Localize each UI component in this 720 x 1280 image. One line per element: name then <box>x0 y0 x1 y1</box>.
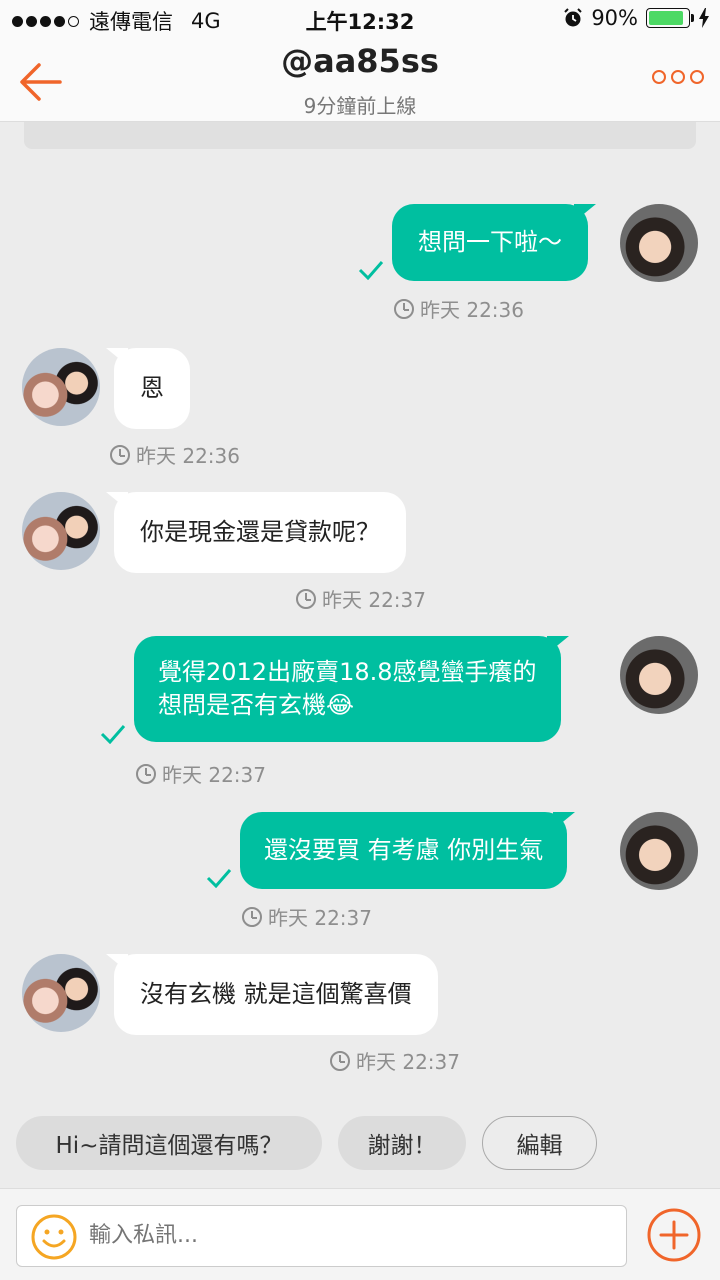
more-dots-icon[interactable] <box>652 70 704 84</box>
message-input-bar <box>0 1188 720 1280</box>
message-bubble[interactable]: 想問一下啦～ <box>392 204 596 281</box>
message-input[interactable] <box>89 1223 609 1248</box>
message-bubble[interactable]: 覺得2012出廠賣18.8感覺蠻手癢的 想問是否有玄機😂 <box>134 636 569 742</box>
avatar[interactable] <box>22 348 100 426</box>
message-time: 昨天 22:37 <box>330 1046 460 1075</box>
edit-quick-replies-button[interactable]: 編輯 <box>482 1116 597 1170</box>
avatar[interactable] <box>620 204 698 282</box>
alarm-icon <box>564 8 583 27</box>
clock-icon <box>330 1050 350 1071</box>
message-time: 昨天 22:36 <box>110 440 240 469</box>
clock-icon <box>110 444 130 465</box>
avatar[interactable] <box>620 812 698 890</box>
message-bubble[interactable]: 恩 <box>106 348 190 429</box>
check-icon <box>206 869 232 888</box>
clock-icon <box>296 588 316 609</box>
chat-header: @aa85ss 9分鐘前上線 <box>0 40 720 122</box>
message-time: 昨天 22:37 <box>296 584 426 613</box>
battery-percent: 90% <box>591 6 638 30</box>
status-right: 90% <box>563 6 710 30</box>
message-list[interactable]: 想問一下啦～ 昨天 22:36 恩 昨天 22:36 你是現金還是貸款呢？ 昨天… <box>0 122 720 1100</box>
message-time: 昨天 22:37 <box>242 902 372 931</box>
quick-reply-button[interactable]: Hi~請問這個還有嗎？ <box>16 1116 322 1170</box>
clock-icon <box>242 906 262 927</box>
status-bar: 遠傳電信 4G 上午12:32 90% <box>0 0 720 40</box>
message-bubble[interactable]: 還沒要買 有考慮 你別生氣 <box>240 812 576 889</box>
message-input-box[interactable] <box>16 1205 627 1267</box>
clock-icon <box>136 763 156 784</box>
message-time: 昨天 22:37 <box>136 759 266 788</box>
chat-title: @aa85ss <box>281 42 439 80</box>
online-status: 9分鐘前上線 <box>303 94 417 118</box>
battery-icon <box>646 8 694 28</box>
check-icon <box>358 261 384 280</box>
charging-icon <box>699 8 709 28</box>
previous-card <box>24 122 696 149</box>
message-line: 覺得2012出廠賣18.8感覺蠻手癢的 <box>158 658 537 686</box>
avatar[interactable] <box>22 954 100 1032</box>
avatar[interactable] <box>22 492 100 570</box>
message-bubble[interactable]: 沒有玄機 就是這個驚喜價 <box>106 954 438 1035</box>
plus-circle-icon[interactable] <box>646 1207 702 1263</box>
message-time: 昨天 22:36 <box>394 294 524 323</box>
check-icon <box>100 725 126 744</box>
message-bubble[interactable]: 你是現金還是貸款呢？ <box>106 492 406 573</box>
message-line: 想問是否有玄機😂 <box>158 691 355 719</box>
avatar[interactable] <box>620 636 698 714</box>
quick-reply-button[interactable]: 謝謝！ <box>338 1116 466 1170</box>
smiley-icon[interactable] <box>31 1214 77 1260</box>
clock-icon <box>394 298 414 319</box>
